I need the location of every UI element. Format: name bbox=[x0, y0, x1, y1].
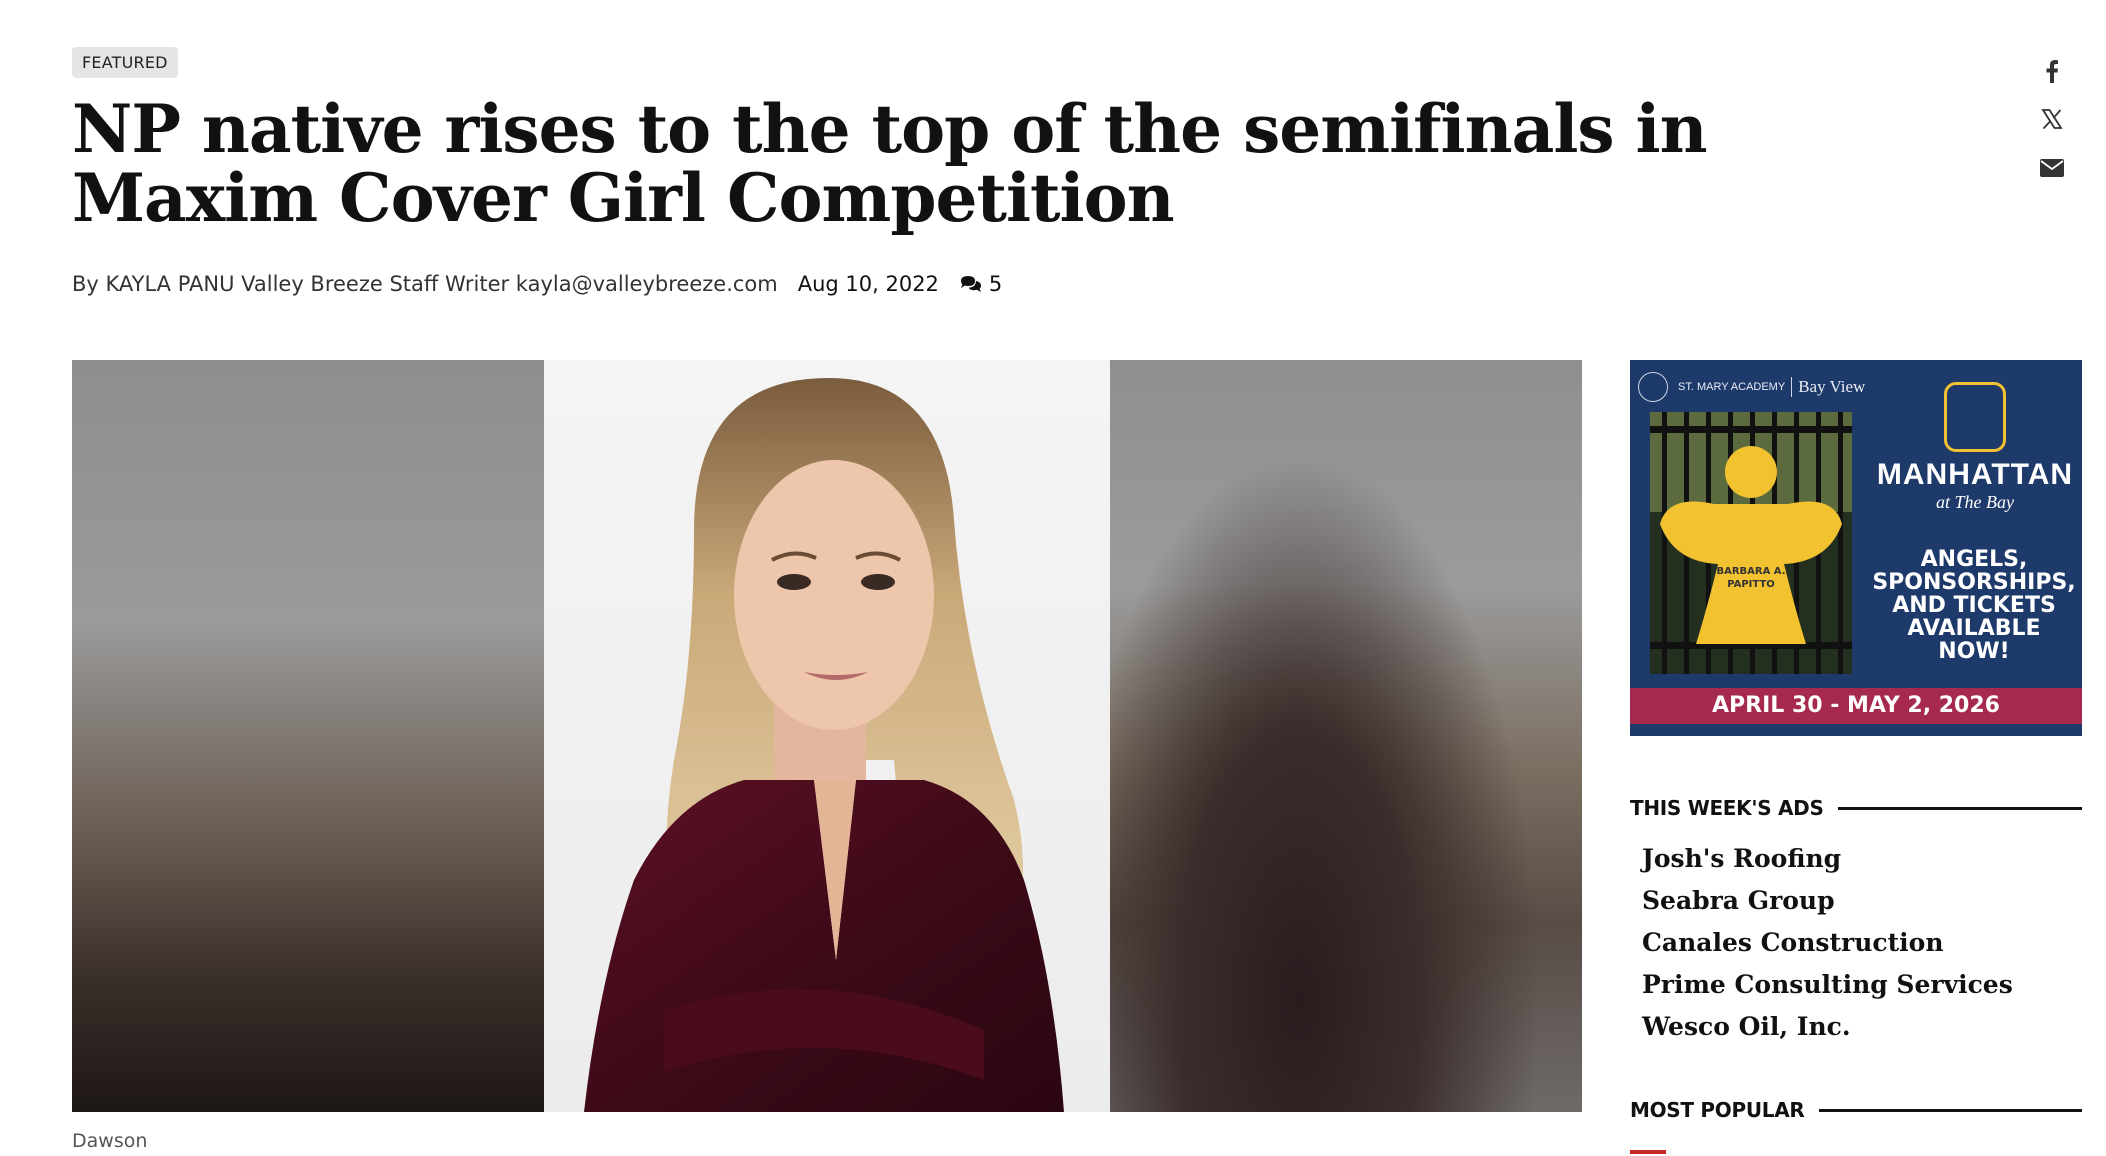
ad-cta-line: SPONSORSHIPS, bbox=[1872, 570, 2076, 595]
comments-link[interactable]: 5 bbox=[959, 272, 1002, 296]
ad-brand-subtitle: at The Bay bbox=[1936, 492, 2014, 512]
weeks-ads-heading: THIS WEEK'S ADS bbox=[1630, 796, 2082, 820]
blurred-background-left bbox=[72, 360, 544, 1112]
ad-header: ST. MARY ACADEMY Bay View bbox=[1638, 372, 1865, 402]
comment-count: 5 bbox=[988, 272, 1003, 296]
weeks-ads-link[interactable]: Wesco Oil, Inc. bbox=[1642, 1006, 2013, 1048]
ad-cta-line: AND TICKETS bbox=[1892, 593, 2056, 618]
facebook-icon bbox=[2046, 60, 2058, 83]
weeks-ads-link[interactable]: Canales Construction bbox=[1642, 922, 2013, 964]
sidebar-advertisement[interactable]: ST. MARY ACADEMY Bay View BARBARA A. PAP… bbox=[1630, 360, 2082, 736]
ad-call-to-action: ANGELS, SPONSORSHIPS, AND TICKETS AVAILA… bbox=[1866, 548, 2082, 663]
share-email-button[interactable] bbox=[2038, 154, 2066, 182]
portrait-illustration bbox=[584, 378, 1064, 1112]
heading-rule bbox=[1818, 1108, 2082, 1112]
ad-cta-line: AVAILABLE bbox=[1907, 616, 2041, 641]
image-caption: Dawson bbox=[72, 1130, 148, 1152]
weeks-ads-list: Josh's Roofing Seabra Group Canales Cons… bbox=[1642, 838, 2013, 1048]
angel-name-line-1: BARBARA A. bbox=[1716, 566, 1785, 577]
article-meta: By KAYLA PANU Valley Breeze Staff Writer… bbox=[72, 272, 1002, 296]
ad-brand-name: MANHATTAN bbox=[1876, 458, 2074, 491]
portrait-photo[interactable] bbox=[544, 360, 1110, 1112]
most-popular-title: MOST POPULAR bbox=[1630, 1098, 1805, 1122]
share-facebook-button[interactable] bbox=[2038, 57, 2066, 85]
featured-badge[interactable]: FEATURED bbox=[72, 47, 178, 78]
featured-image-gallery[interactable] bbox=[72, 360, 1582, 1112]
ad-org: ST. MARY ACADEMY bbox=[1678, 381, 1786, 393]
crest-icon bbox=[1638, 372, 1668, 402]
angel-icon: BARBARA A. PAPITTO bbox=[1650, 412, 1852, 674]
most-popular-accent bbox=[1630, 1150, 1666, 1154]
weeks-ads-title: THIS WEEK'S ADS bbox=[1630, 796, 1824, 820]
most-popular-heading: MOST POPULAR bbox=[1630, 1098, 2082, 1122]
x-icon bbox=[2041, 109, 2063, 130]
blurred-background-right bbox=[1110, 360, 1582, 1112]
ad-cta-line: ANGELS, bbox=[1920, 547, 2028, 572]
page-title: NP native rises to the top of the semifi… bbox=[72, 90, 1708, 237]
ad-cta-line: NOW! bbox=[1938, 639, 2010, 664]
building-icon bbox=[1944, 382, 2006, 452]
weeks-ads-link[interactable]: Seabra Group bbox=[1642, 880, 2013, 922]
weeks-ads-link[interactable]: Josh's Roofing bbox=[1642, 838, 2013, 880]
ad-dates-banner: APRIL 30 - MAY 2, 2026 bbox=[1630, 688, 2082, 724]
author-byline[interactable]: By KAYLA PANU Valley Breeze Staff Writer… bbox=[72, 272, 778, 296]
publish-date: Aug 10, 2022 bbox=[797, 272, 939, 296]
angel-fence-image: BARBARA A. PAPITTO bbox=[1650, 412, 1852, 674]
heading-rule bbox=[1837, 806, 2082, 810]
comments-icon bbox=[960, 276, 981, 292]
weeks-ads-link[interactable]: Prime Consulting Services bbox=[1642, 964, 2013, 1006]
ad-brand: MANHATTAN at The Bay bbox=[1870, 380, 2080, 513]
envelope-icon bbox=[2040, 159, 2064, 177]
share-x-button[interactable] bbox=[2038, 105, 2066, 133]
ad-campus: Bay View bbox=[1791, 377, 1865, 397]
angel-name-line-2: PAPITTO bbox=[1727, 579, 1775, 590]
